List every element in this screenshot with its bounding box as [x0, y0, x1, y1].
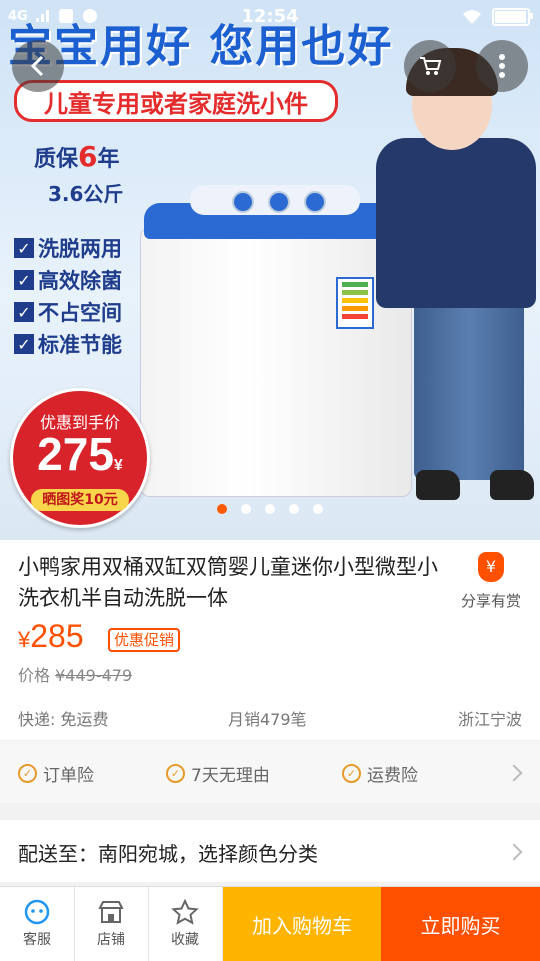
- current-price: ¥285: [18, 618, 84, 654]
- check-circle-icon: ✓: [342, 764, 361, 783]
- weight-text: 3.6公斤: [48, 182, 124, 206]
- carousel-dot[interactable]: [241, 504, 251, 514]
- money-bag-icon: ¥: [478, 552, 504, 582]
- carousel-indicator: [0, 504, 540, 514]
- service-item: ✓ 运费险: [342, 761, 418, 786]
- service-guarantees[interactable]: ✓ 订单险 ✓ 7天无理由 ✓ 运费险: [0, 740, 540, 803]
- promo-tag: 优惠促销: [108, 628, 181, 652]
- checkbox-icon: ✓: [14, 302, 34, 322]
- delivery-text: 配送至：南阳宛城，选择颜色分类: [18, 842, 318, 866]
- energy-label: [336, 277, 374, 329]
- chevron-left-icon: [30, 55, 44, 77]
- customer-service-icon: [23, 899, 51, 925]
- seller-location: 浙江宁波: [457, 710, 522, 729]
- chevron-right-icon: [505, 843, 523, 861]
- hero-sub-banner: 儿童专用或者家庭洗小件: [14, 80, 338, 122]
- checkbox-icon: ✓: [14, 238, 34, 258]
- clock: 12:54: [241, 6, 299, 27]
- battery-icon: [492, 8, 533, 26]
- feature-list: ✓ 洗脱两用 ✓ 高效除菌 ✓ 不占空间 ✓ 标准节能: [14, 232, 122, 360]
- status-bar: 4G 12:54: [0, 0, 540, 34]
- product-image-carousel[interactable]: 宝宝用好 您用也好 儿童专用或者家庭洗小件 质保6年 3.6公斤 ✓ 洗脱两用 ✓…: [0, 0, 540, 540]
- star-icon: [171, 898, 199, 925]
- buy-now-button[interactable]: 立即购买: [381, 887, 540, 961]
- share-reward-button[interactable]: ¥ 分享有赏: [460, 552, 522, 611]
- check-circle-icon: ✓: [18, 764, 37, 783]
- service-item: ✓ 订单险: [18, 761, 94, 786]
- checkbox-icon: ✓: [14, 334, 34, 354]
- product-meta: 快递: 免运费 月销479笔 浙江宁波: [0, 706, 540, 730]
- carousel-dot[interactable]: [313, 504, 323, 514]
- chevron-right-icon: [505, 764, 523, 782]
- carousel-dot-active[interactable]: [217, 504, 227, 514]
- add-to-cart-button[interactable]: 加入购物车: [223, 887, 381, 961]
- feature-item: ✓ 不占空间: [14, 296, 122, 328]
- product-info: 小鸭家用双桶双缸双筒婴儿童迷你小型微型小洗衣机半自动洗脱一体 ¥ 分享有赏 ¥2…: [0, 540, 540, 740]
- original-price: 价格 ¥449-479: [18, 666, 133, 685]
- feature-item: ✓ 标准节能: [14, 328, 122, 360]
- monthly-sales: 月销479笔: [228, 710, 307, 729]
- bottom-action-bar: 客服 店铺 收藏 加入购物车 立即购买: [0, 886, 540, 961]
- cart-button[interactable]: [404, 40, 456, 92]
- shipping-info: 快递: 免运费: [18, 710, 109, 729]
- washing-machine-image: [140, 185, 412, 497]
- store-icon: [97, 899, 125, 925]
- wifi-icon: [463, 10, 481, 24]
- child-model-image: [372, 40, 540, 540]
- share-label: 分享有赏: [460, 592, 521, 610]
- tab-favorite[interactable]: 收藏: [148, 887, 223, 961]
- feature-item: ✓ 洗脱两用: [14, 232, 122, 264]
- tab-store[interactable]: 店铺: [74, 887, 149, 961]
- shopping-cart-icon: [420, 57, 442, 75]
- more-options-button[interactable]: [476, 40, 528, 92]
- delivery-selector[interactable]: 配送至：南阳宛城，选择颜色分类: [0, 820, 540, 882]
- carousel-dot[interactable]: [289, 504, 299, 514]
- product-title: 小鸭家用双桶双缸双筒婴儿童迷你小型微型小洗衣机半自动洗脱一体: [18, 555, 438, 610]
- check-circle-icon: ✓: [166, 764, 185, 783]
- feature-item: ✓ 高效除菌: [14, 264, 122, 296]
- carousel-dot[interactable]: [265, 504, 275, 514]
- more-vertical-icon: [499, 54, 505, 78]
- warranty-text: 质保6年: [34, 140, 120, 173]
- tab-customer-service[interactable]: 客服: [0, 887, 75, 961]
- checkbox-icon: ✓: [14, 270, 34, 290]
- service-item: ✓ 7天无理由: [166, 761, 270, 786]
- back-button[interactable]: [12, 40, 64, 92]
